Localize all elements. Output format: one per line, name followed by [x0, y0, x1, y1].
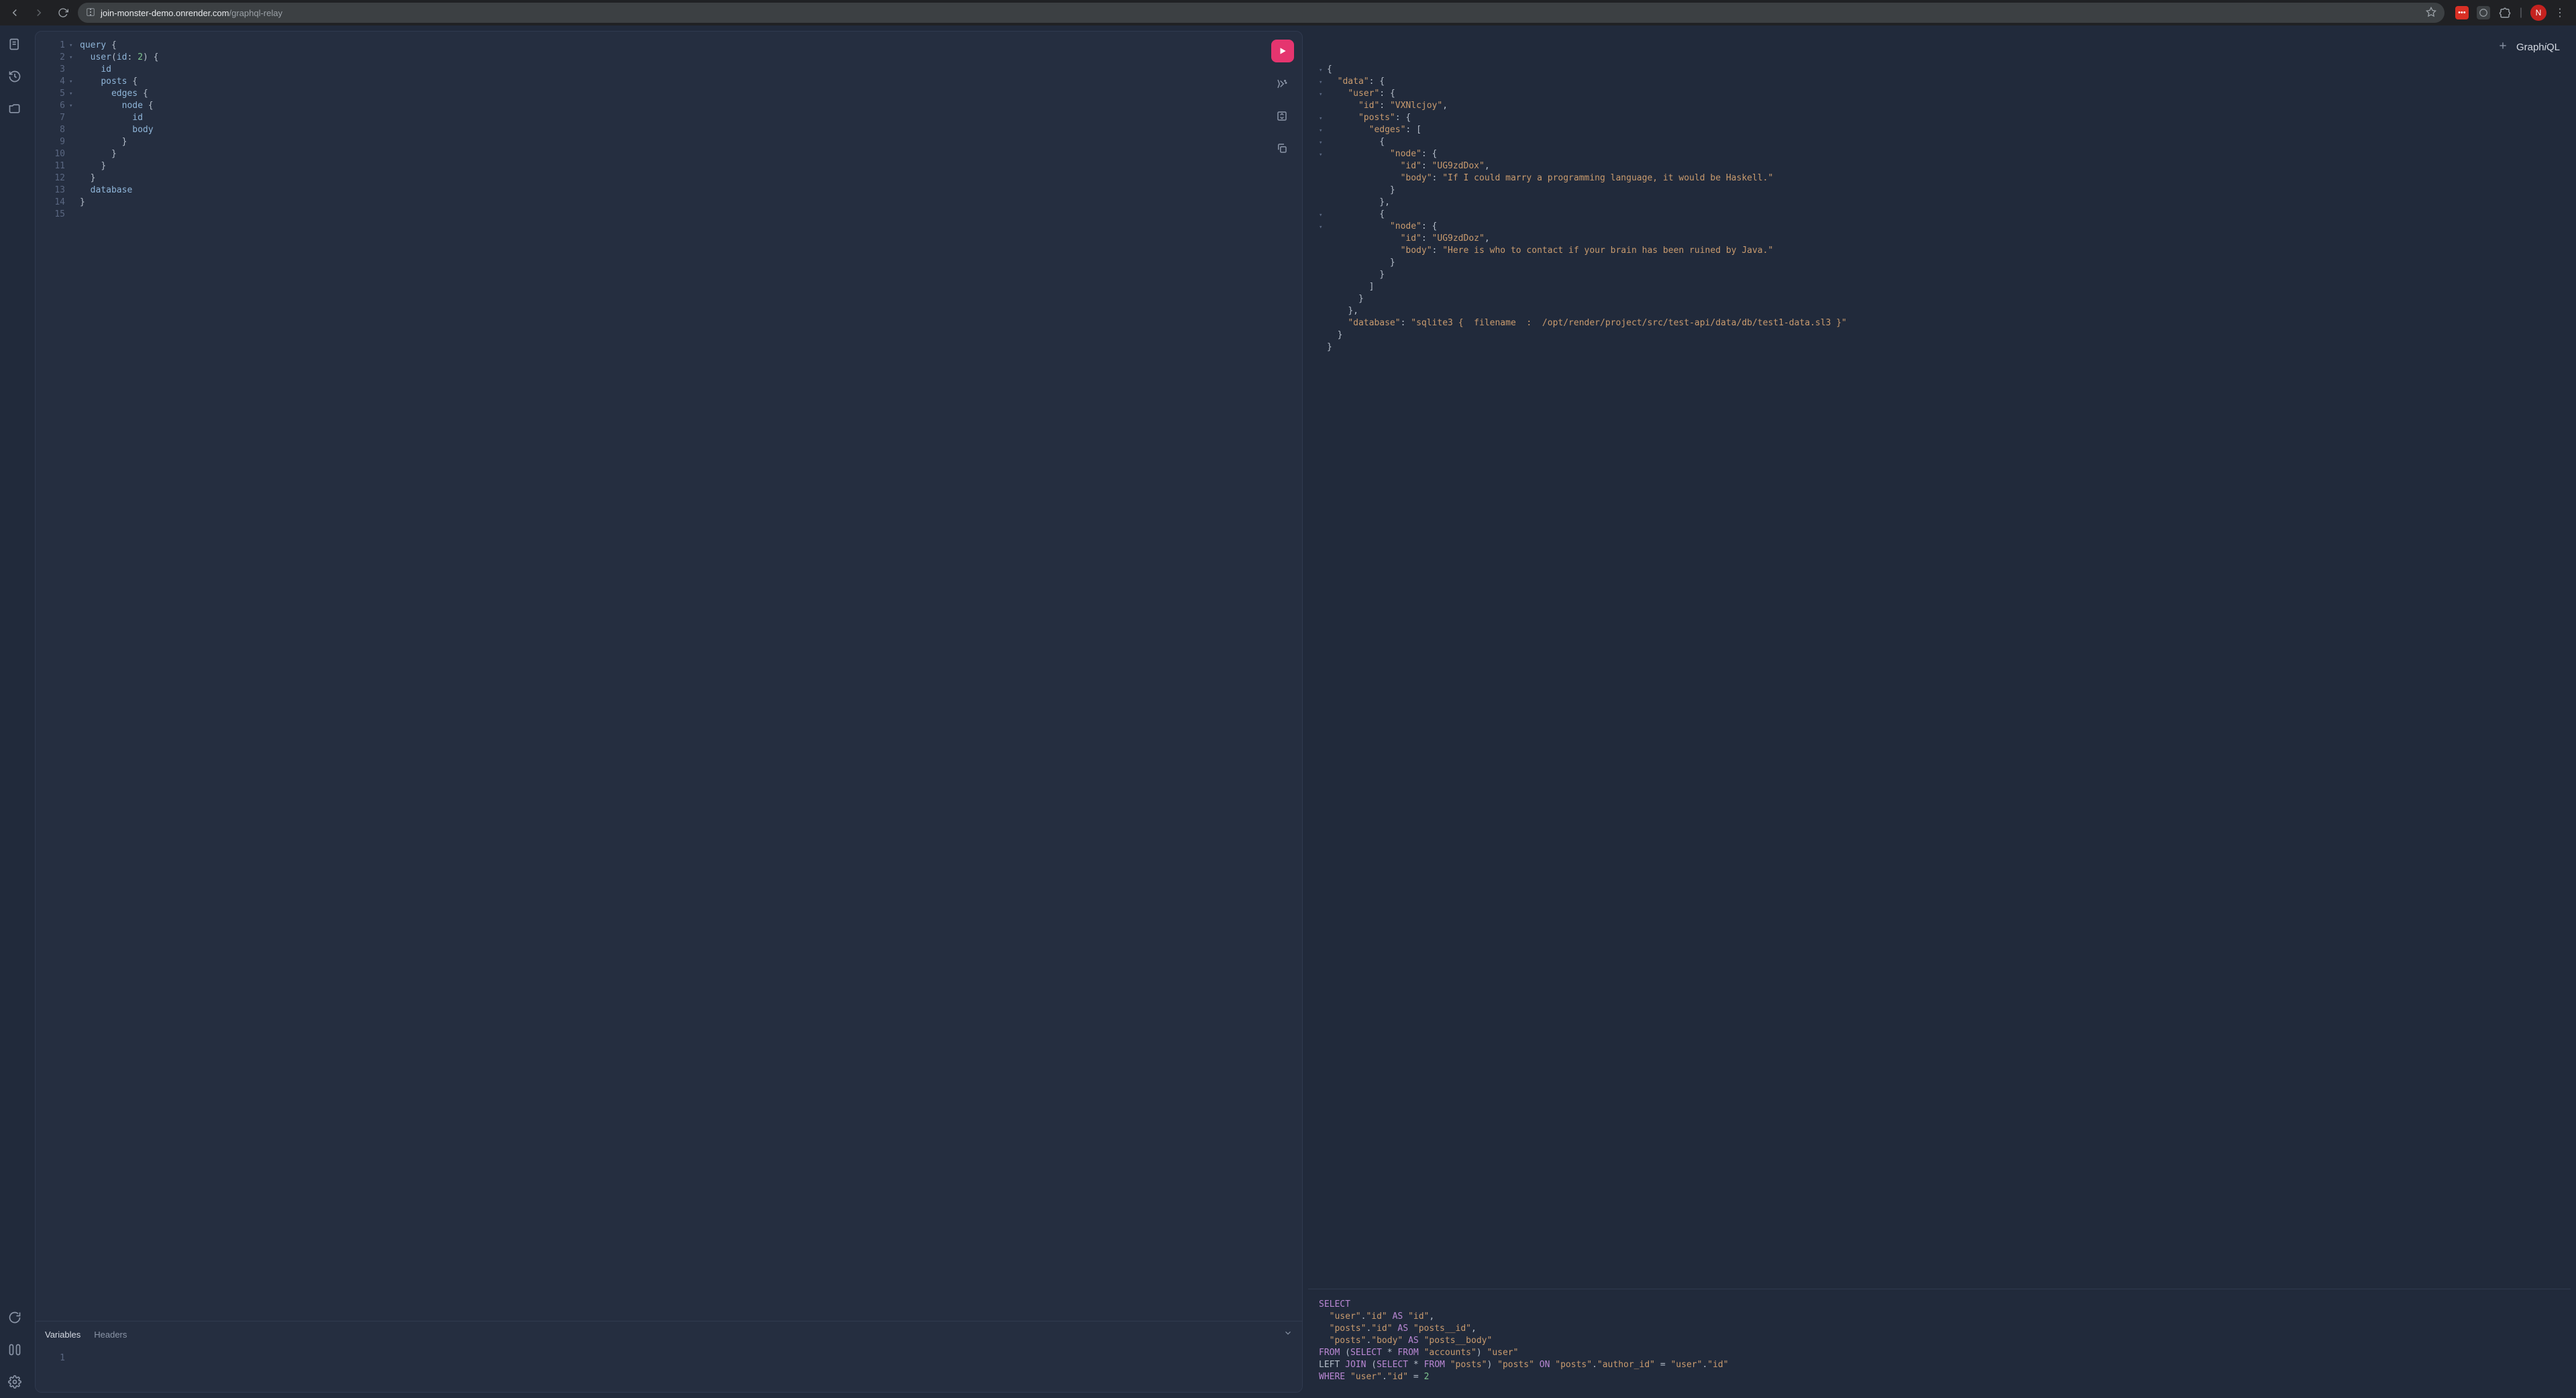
history-icon[interactable] [8, 70, 21, 83]
variables-editor[interactable]: 1 [36, 1348, 1302, 1392]
url-text: join-monster-demo.onrender.com/graphql-r… [101, 8, 282, 18]
editor-toolbar [1271, 40, 1294, 159]
editor-panel: 123456789101112131415 ▾▾▾▾▾ query { user… [35, 31, 1303, 1393]
settings-icon[interactable] [8, 1375, 21, 1389]
execute-button[interactable] [1271, 40, 1294, 62]
merge-icon[interactable] [1271, 105, 1293, 127]
docs-icon[interactable] [8, 38, 21, 51]
browser-menu-icon[interactable]: ⋮ [2555, 6, 2565, 19]
response-header: GraphiQL [1308, 31, 2571, 64]
site-settings-icon[interactable] [86, 7, 95, 19]
back-button[interactable] [5, 3, 24, 22]
json-response[interactable]: ▾{▾ "data": {▾ "user": { "id": "VXNlcjoy… [1308, 64, 2571, 1289]
shortcuts-icon[interactable] [8, 1343, 21, 1356]
app: 123456789101112131415 ▾▾▾▾▾ query { user… [0, 25, 2576, 1398]
browser-chrome: join-monster-demo.onrender.com/graphql-r… [0, 0, 2576, 25]
prettify-icon[interactable] [1271, 73, 1293, 95]
add-tab-icon[interactable] [2498, 40, 2508, 54]
explorer-icon[interactable] [8, 102, 21, 115]
forward-button[interactable] [30, 3, 48, 22]
bottom-tabs: Variables Headers 1 [36, 1321, 1302, 1392]
sql-output: SELECT "user"."id" AS "id", "posts"."id"… [1308, 1289, 2571, 1393]
refresh-icon[interactable] [8, 1311, 21, 1324]
url-bar[interactable]: join-monster-demo.onrender.com/graphql-r… [78, 3, 2445, 23]
response-panel: GraphiQL ▾{▾ "data": {▾ "user": { "id": … [1303, 31, 2571, 1393]
tab-variables[interactable]: Variables [45, 1330, 80, 1340]
reload-button[interactable] [54, 3, 72, 22]
extensions-icon[interactable] [2498, 6, 2512, 19]
bookmark-icon[interactable] [2426, 7, 2436, 19]
query-editor[interactable]: 123456789101112131415 ▾▾▾▾▾ query { user… [36, 32, 1302, 1321]
main-area: 123456789101112131415 ▾▾▾▾▾ query { user… [30, 25, 2576, 1398]
extension-icon[interactable] [2477, 6, 2490, 19]
chevron-down-icon[interactable] [1283, 1328, 1293, 1341]
profile-avatar[interactable]: N [2530, 5, 2546, 21]
sidebar [0, 25, 30, 1398]
chrome-actions: ••• | N ⋮ [2450, 5, 2571, 21]
copy-icon[interactable] [1271, 138, 1293, 159]
tab-headers[interactable]: Headers [94, 1330, 127, 1340]
extension-icon[interactable]: ••• [2455, 6, 2469, 19]
graphiql-logo: GraphiQL [2516, 42, 2560, 53]
